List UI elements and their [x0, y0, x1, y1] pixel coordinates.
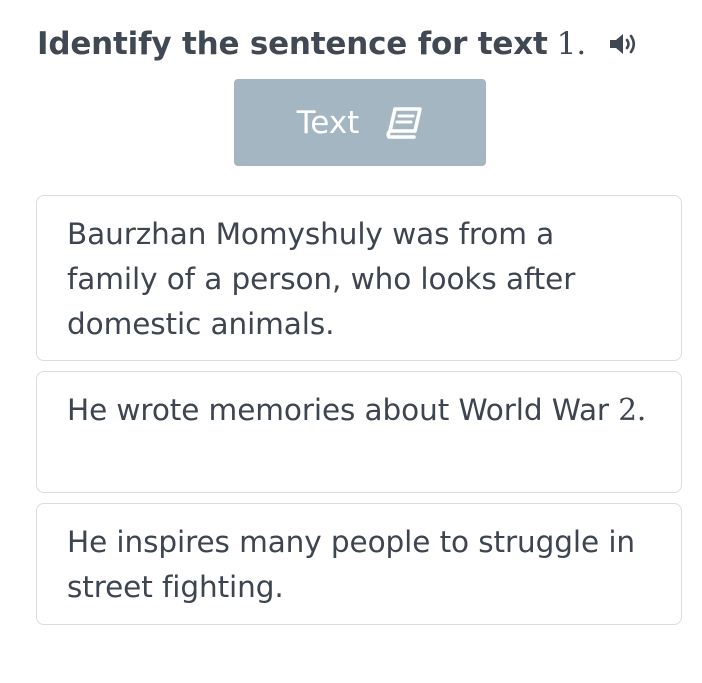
- answer-option-3-text: He inspires many people to struggle in s…: [67, 525, 636, 604]
- book-icon: [385, 106, 423, 140]
- answer-option-1-text: Baurzhan Momyshuly was from a family of …: [67, 217, 576, 341]
- text-button-label: Text: [296, 104, 360, 141]
- answer-option-2-text-number: 2.: [618, 393, 647, 427]
- question-title: Identify the sentence for text: [37, 26, 548, 62]
- answer-option-1[interactable]: Baurzhan Momyshuly was from a family of …: [36, 195, 682, 361]
- speaker-icon-graphic: [610, 34, 636, 54]
- answer-option-3[interactable]: He inspires many people to struggle in s…: [36, 503, 682, 625]
- text-button[interactable]: Text: [234, 79, 486, 166]
- answer-option-2-text: He wrote memories about World War 2.: [67, 388, 651, 433]
- answer-option-2[interactable]: He wrote memories about World War 2.: [36, 371, 682, 493]
- speaker-icon[interactable]: [608, 29, 638, 59]
- question-header: Identify the sentence for text 1.: [37, 22, 638, 66]
- answer-option-2-text-main: He wrote memories about World War: [67, 393, 609, 427]
- question-number: 1.: [556, 26, 587, 62]
